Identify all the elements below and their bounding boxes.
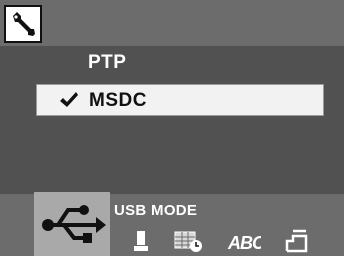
settings-section-badge xyxy=(4,5,42,43)
wrench-icon xyxy=(13,12,35,36)
calendar-clock-icon[interactable] xyxy=(173,229,205,253)
option-msdc-label: MSDC xyxy=(89,90,147,111)
usb-settings-screen: PTP MSDC USB MODE ABC xyxy=(0,0,344,256)
option-ptp[interactable]: PTP xyxy=(36,47,324,79)
header-bar xyxy=(0,0,344,46)
reset-icon[interactable] xyxy=(284,229,310,253)
tab-usb[interactable] xyxy=(34,192,110,256)
option-ptp-label: PTP xyxy=(88,52,127,73)
abc-icon[interactable]: ABC xyxy=(227,229,261,253)
option-msdc[interactable]: MSDC xyxy=(36,84,324,116)
usb-mode-label: USB MODE xyxy=(114,202,198,219)
abc-icon-text: ABC xyxy=(227,233,261,253)
key-icon[interactable] xyxy=(133,229,149,253)
usb-icon xyxy=(42,205,106,243)
checkmark-icon xyxy=(60,92,78,107)
